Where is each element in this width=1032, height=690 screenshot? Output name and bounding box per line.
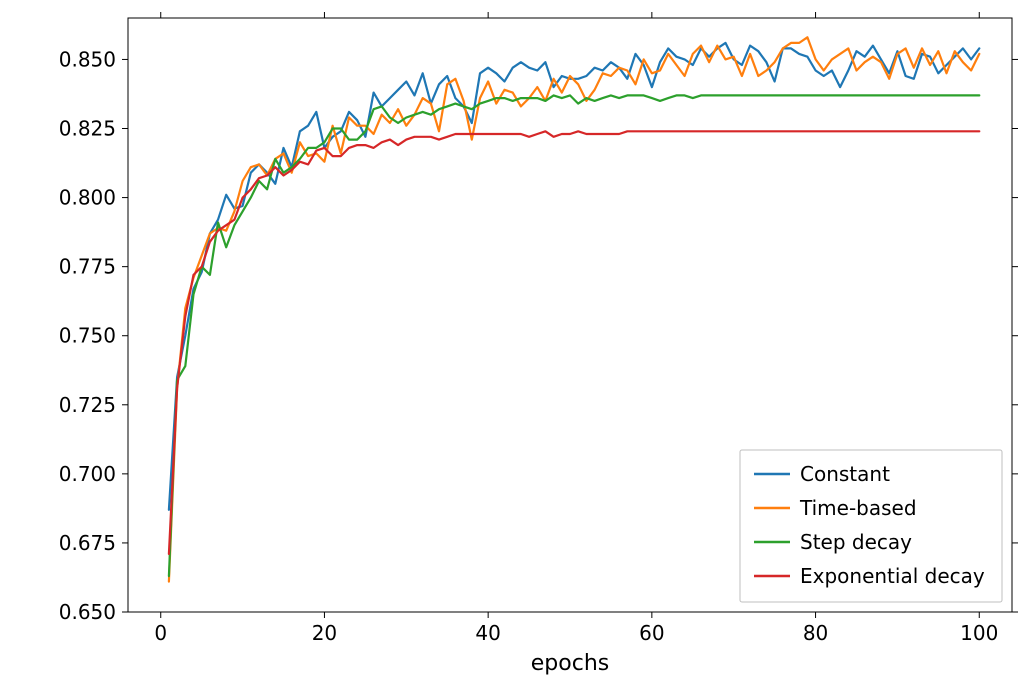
legend-label: Constant <box>800 462 890 486</box>
y-tick-label: 0.725 <box>59 393 116 417</box>
series-constant <box>169 43 979 510</box>
legend-label: Step decay <box>800 530 912 554</box>
x-tick-label: 100 <box>960 621 998 645</box>
x-tick-label: 0 <box>154 621 167 645</box>
x-tick-label: 20 <box>312 621 337 645</box>
legend: Constant Time-based Step decay Exponential … <box>740 450 1002 602</box>
y-tick-label: 0.675 <box>59 531 116 555</box>
x-axis-label: epochs <box>531 651 609 676</box>
y-tick-label: 0.850 <box>59 47 116 71</box>
x-tick-label: 80 <box>803 621 828 645</box>
x-tick-label: 60 <box>639 621 664 645</box>
x-tick-label: 40 <box>475 621 500 645</box>
y-tick-label: 0.825 <box>59 117 116 141</box>
legend-label: Time-based <box>799 496 917 520</box>
y-tick-label: 0.700 <box>59 462 116 486</box>
y-tick-label: 0.775 <box>59 255 116 279</box>
y-tick-label: 0.650 <box>59 600 116 624</box>
chart-container: 0 20 40 60 80 100 0.650 0.675 0.700 0.725 0.750 0.… <box>0 0 1032 690</box>
y-tick-label: 0.750 <box>59 324 116 348</box>
legend-label: Exponential decay <box>800 564 985 588</box>
line-chart: 0 20 40 60 80 100 0.650 0.675 0.700 0.725 0.750 0.… <box>0 0 1032 690</box>
y-tick-label: 0.800 <box>59 186 116 210</box>
